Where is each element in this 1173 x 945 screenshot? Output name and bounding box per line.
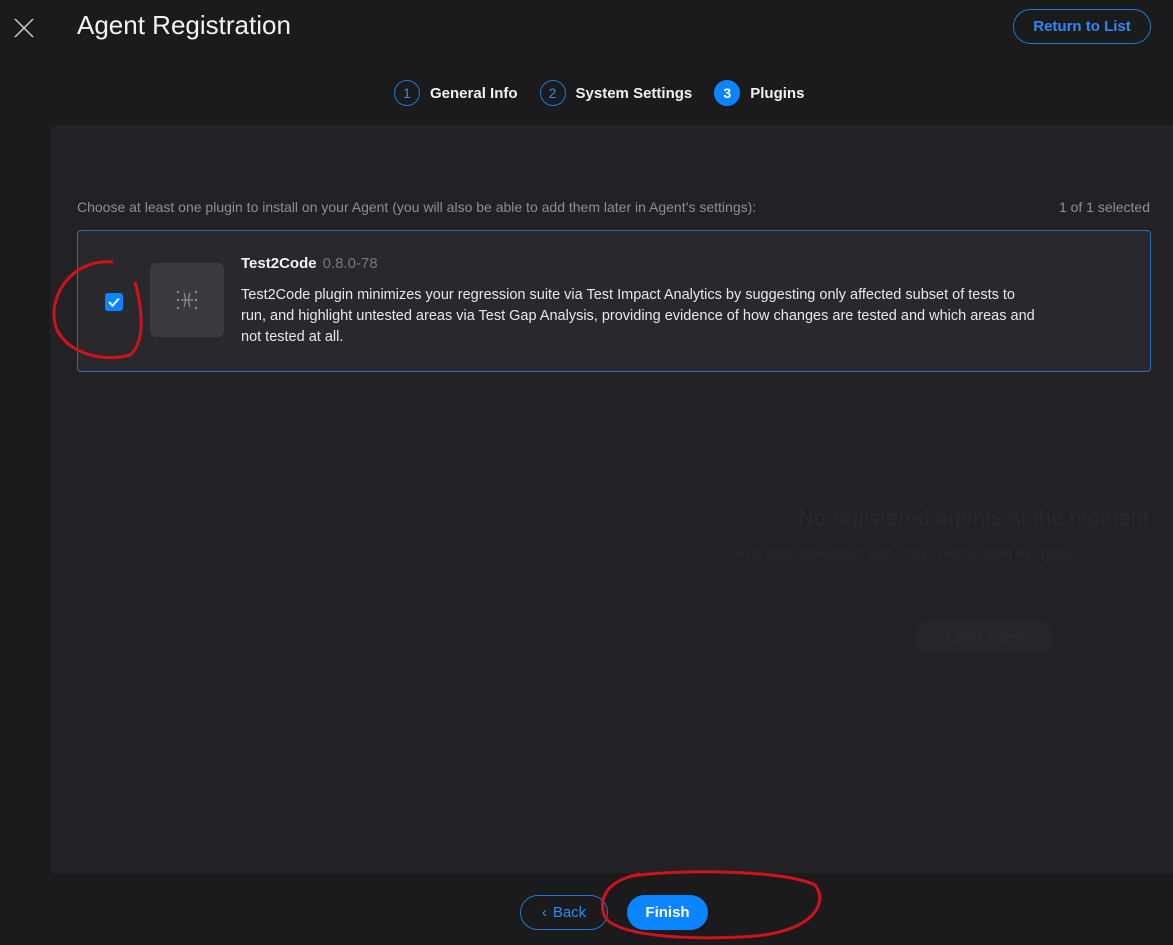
return-to-list-button[interactable]: Return to List: [1013, 9, 1151, 44]
step-label: General Info: [430, 84, 518, 102]
checkmark-icon: [108, 297, 120, 307]
stepper: 1 General Info 2 System Settings 3 Plugins: [394, 80, 804, 106]
plugin-description: Test2Code plugin minimizes your regressi…: [241, 287, 1035, 345]
back-label: Back: [552, 904, 587, 921]
plugin-version: 0.8.0-78: [322, 255, 378, 272]
background-empty-hint: Run your application with Drill4J Agent …: [736, 545, 1077, 561]
plugin-card-test2code[interactable]: Test2Code 0.8.0-78 Test2Code plugin minim…: [77, 230, 1151, 372]
step-label: System Settings: [575, 84, 693, 102]
selected-count: 1 of 1 selected: [1058, 199, 1150, 215]
background-add-agent-button: + Add Agent: [914, 620, 1054, 654]
step-general-info[interactable]: 1 General Info: [394, 80, 518, 106]
back-button[interactable]: ‹ Back: [520, 895, 608, 930]
plugins-panel: No registered agents at the moment Run y…: [50, 125, 1173, 873]
page-title: Agent Registration: [77, 10, 291, 40]
step-label: Plugins: [750, 84, 805, 102]
plugin-checkbox[interactable]: [105, 293, 123, 311]
step-system-settings[interactable]: 2 System Settings: [539, 80, 693, 106]
test2code-icon: [176, 290, 198, 310]
chevron-left-icon: ‹: [541, 904, 547, 921]
close-icon[interactable]: [12, 16, 36, 40]
step-number: 3: [714, 80, 741, 106]
background-empty-title: No registered agents at the moment: [798, 505, 1149, 530]
finish-button[interactable]: Finish: [627, 895, 708, 930]
plugins-hint: Choose at least one plugin to install on…: [77, 199, 757, 215]
plugin-name: Test2Code 0.8.0-78: [241, 255, 378, 272]
plugin-icon: [150, 263, 224, 337]
step-plugins[interactable]: 3 Plugins: [714, 80, 804, 106]
step-number: 2: [539, 80, 566, 106]
step-number: 1: [394, 80, 420, 106]
plugin-name-text: Test2Code: [241, 255, 317, 272]
